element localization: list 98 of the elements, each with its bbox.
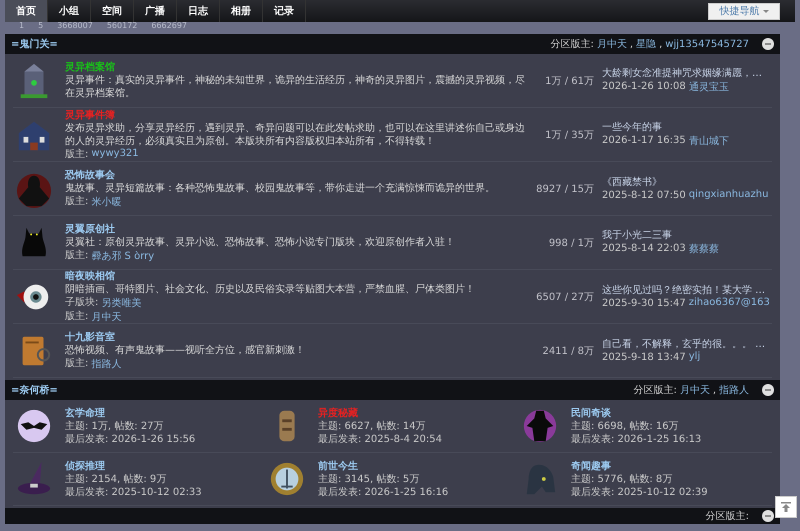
subforum-label: 子版块: — [65, 296, 98, 310]
nav-tab[interactable]: 日志 — [177, 0, 220, 22]
forum-description: 灵翼社：原创灵异故事、灵异小说、恐怖故事、恐怖小说专门版块，欢迎原创作者入驻！ — [65, 236, 456, 248]
forum-name[interactable]: 十九影音室 — [65, 330, 528, 344]
moderator-link[interactable]: 指路人 — [719, 383, 749, 397]
last-post-title[interactable]: 《西藏禁书》 — [602, 176, 772, 188]
moderator-label: 版主: — [65, 194, 88, 208]
last-post-time: 最后发表: 2025-10-12 02:39 — [571, 486, 709, 498]
forum-name[interactable]: 灵异档案馆 — [65, 61, 528, 74]
moderators-label: 分区版主: — [550, 38, 594, 51]
last-post-author[interactable]: 蔡蔡蔡 — [688, 242, 719, 256]
last-post-time: 2025-9-30 15:47 — [602, 296, 686, 310]
forum-stats: 主题: 3145, 帖数: 5万 — [318, 472, 420, 486]
forum-description: 阴暗插画、哥特图片、社会文化、历史以及民俗实录等贴图大本营，严禁血腥、尸体类图片！ — [65, 282, 476, 296]
nav-tab[interactable]: 相册 — [220, 0, 263, 22]
forum-name[interactable]: 民间奇谈 — [571, 406, 772, 420]
forum-name[interactable]: 恐怖故事会 — [65, 168, 528, 182]
last-post-title[interactable]: 一些今年的事 — [602, 121, 772, 134]
forum-stats: 主题: 1万, 帖数: 27万 — [65, 420, 165, 432]
collapse-icon[interactable] — [762, 38, 774, 50]
separator-comma: , — [630, 38, 634, 50]
nav-tab[interactable]: 记录 — [263, 0, 306, 22]
moderator-link[interactable]: 彛あ邪 S òrry — [91, 248, 154, 262]
quick-nav-button[interactable]: 快捷导航 — [708, 2, 780, 20]
forum-stats: 主题: 5776, 帖数: 8万 — [571, 472, 674, 486]
section-title[interactable]: =鬼门关= — [11, 37, 58, 51]
collapse-icon[interactable] — [762, 384, 774, 396]
last-post-author[interactable]: 青山城下 — [688, 134, 729, 148]
topic-post-count: 998 / 1万 — [548, 236, 594, 250]
moderators-label: 分区版主: — [706, 510, 749, 523]
moderator-link[interactable]: 月中天 — [596, 37, 627, 51]
last-post-time: 2025-8-14 22:03 — [602, 242, 686, 256]
forum-name[interactable]: 暗夜映相馆 — [65, 270, 528, 282]
topic-post-count: 1万 / 35万 — [544, 128, 594, 142]
nav-tab[interactable]: 空间 — [91, 0, 134, 22]
moderator-link[interactable]: 指路人 — [91, 356, 122, 370]
last-post-author[interactable]: 通灵宝玉 — [688, 80, 729, 94]
stat-value: 3668007 — [57, 22, 93, 30]
forum-name[interactable]: 前世今生 — [318, 460, 519, 472]
moderator-link[interactable]: 月中天 — [680, 383, 710, 397]
moderator-label: 版主: — [65, 356, 88, 370]
last-post-title[interactable]: 自己看，不解释，玄乎的很。。。 … — [602, 338, 772, 350]
last-post-time: 2025-8-12 07:50 — [602, 188, 686, 202]
forum-stats: 主题: 6627, 帖数: 14万 — [318, 420, 427, 432]
forum-stats: 主题: 2154, 帖数: 9万 — [65, 472, 168, 486]
moderator-label: 版主: — [65, 148, 88, 160]
stat-value: 560172 — [106, 22, 138, 30]
moderator-link[interactable]: wjj13547545727 — [665, 38, 749, 50]
moon-bat-icon — [15, 407, 53, 445]
moderator-link[interactable]: 星隐 — [636, 37, 656, 51]
topic-post-count: 2411 / 8万 — [541, 344, 594, 358]
subforum-link[interactable]: 另类唯美 — [101, 296, 142, 310]
forum-name[interactable]: 玄学命理 — [65, 406, 266, 420]
stat-value: 6662697 — [151, 22, 188, 30]
separator-comma: , — [712, 384, 716, 396]
last-post-title[interactable]: 大龄剩女念准提神咒求姻缘满愿，… — [602, 67, 772, 80]
stat-value: 5 — [38, 22, 44, 30]
moderator-link[interactable]: wywy321 — [91, 148, 139, 160]
moderator-label: 版主: — [65, 248, 88, 262]
forum-description: 发布灵异求助，分享灵异经历，遇到灵异、奇异问题可以在此发帖求助，也可以在这里讲述你自己或身边的人的灵异经历，必须真实且为原创。本版块所有内容版权归本站所有，不得转载！ — [65, 122, 526, 148]
forum-description: 灵异事件：真实的灵异事件，神秘的未知世界，诡异的生活经历，神奇的灵异图片，震撼的灵异视频，尽在灵异档案馆。 — [65, 74, 526, 100]
forum-name[interactable]: 奇闻趣事 — [571, 460, 772, 472]
nav-tab[interactable]: 广播 — [134, 0, 177, 22]
caret-icon — [762, 10, 768, 12]
last-post-time: 2026-1-26 10:08 — [602, 80, 686, 94]
moderator-label: 版主: — [65, 310, 88, 324]
forum-name[interactable]: 灵翼原创社 — [65, 222, 528, 236]
forum-stats: 主题: 6698, 帖数: 16万 — [571, 420, 680, 432]
moderators-label: 分区版主: — [633, 384, 677, 397]
last-post-time: 最后发表: 2026-1-26 15:56 — [65, 432, 196, 446]
last-post-time: 2026-1-17 16:35 — [602, 134, 686, 148]
topic-post-count: 6507 / 27万 — [535, 290, 594, 304]
last-post-time: 最后发表: 2026-1-25 16:13 — [571, 432, 702, 446]
topic-post-count: 8927 / 15万 — [535, 182, 594, 196]
last-post-author[interactable]: qingxianhuazhu — [688, 188, 768, 202]
moderator-link[interactable]: 月中天 — [91, 310, 122, 324]
silhouette-icon — [521, 407, 559, 445]
forum-name[interactable]: 侦探推理 — [65, 460, 266, 472]
moderator-link[interactable]: 米小暖 — [91, 194, 122, 208]
stat-value: 1 — [19, 22, 24, 30]
up-arrow-icon — [780, 501, 792, 513]
last-post-title[interactable]: 这些你见过吗？绝密实拍！某大学 … — [602, 284, 772, 296]
forum-description: 恐怖视频、有声鬼故事——视听全方位，感官新刺激！ — [65, 344, 306, 356]
last-post-time: 最后发表: 2025-10-12 02:33 — [65, 486, 203, 498]
topic-post-count: 1万 / 61万 — [544, 74, 594, 88]
last-post-time: 2025-9-18 13:47 — [602, 350, 686, 364]
nav-tab[interactable]: 首页 — [5, 0, 48, 22]
last-post-time: 最后发表: 2026-1-25 16:16 — [318, 486, 450, 498]
nav-tab[interactable]: 小组 — [48, 0, 91, 22]
separator-comma: , — [659, 38, 662, 50]
last-post-author[interactable]: ylj — [688, 350, 700, 364]
last-post-author[interactable]: zihao6367@163 — [688, 296, 770, 310]
porthole-icon — [268, 460, 306, 498]
last-post-title[interactable]: 我于小光二三事 — [602, 229, 772, 242]
section-title[interactable]: =奈何桥= — [11, 383, 58, 397]
forum-description: 鬼故事、灵异短篇故事：各种恐怖鬼故事、校园鬼故事等，带你走进一个充满惊悚而诡异的世界。 — [65, 182, 496, 194]
last-post-time: 最后发表: 2025-8-4 20:54 — [318, 432, 443, 446]
collapse-icon[interactable] — [762, 510, 774, 522]
